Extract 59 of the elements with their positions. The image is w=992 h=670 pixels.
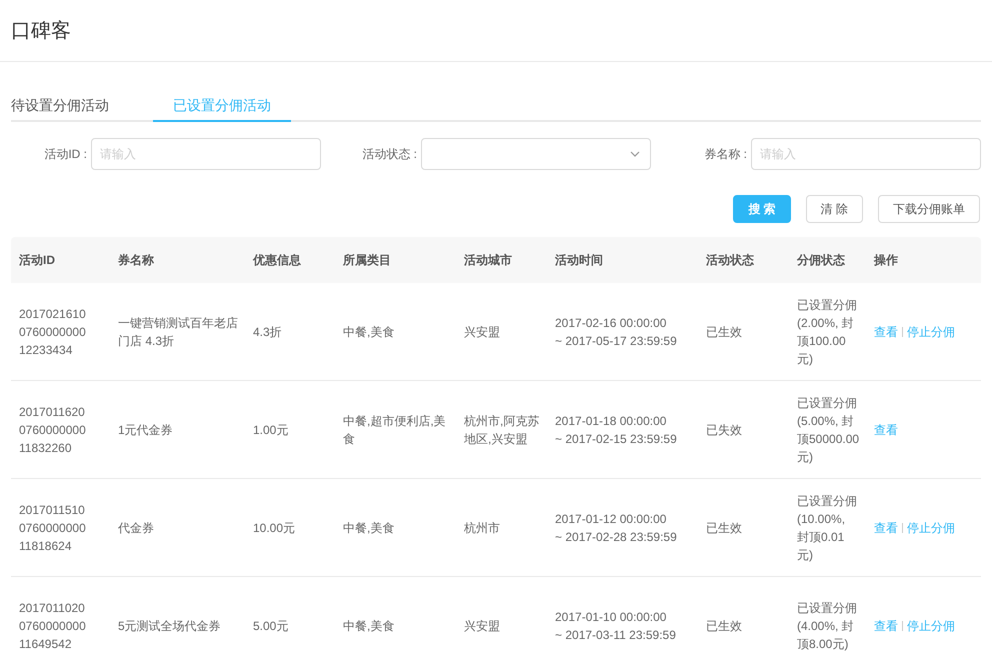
table-cell-text: 已生效 [706,618,743,634]
table-cell-text: 5元测试全场代金券 [118,618,222,634]
table-cell-text: 1元代金券 [118,422,174,438]
action-button[interactable]: 清 除 [806,195,863,223]
table-cell-text: 2017-02-16 00:00:00 ~ 2017-05-17 23:59:59 [555,314,678,350]
table-cell-text: 10.00元 [253,520,296,536]
table-cell-text: 已生效 [706,324,743,340]
action-button[interactable]: 下载分佣账单 [878,195,980,223]
column-header: 券名称 [116,252,155,269]
table-cell-text: 已设置分佣(4.00%, 封顶8.00元) [797,600,858,652]
table-link[interactable]: 停止分佣 [907,616,955,634]
column-header: 操作 [872,252,899,269]
tab[interactable]: 已设置分佣活动 [153,90,291,122]
table-cell-text: 中餐,美食 [343,520,396,536]
page-title: 口碑客 [11,18,71,44]
table-cell-text: 杭州市,阿克苏地区,兴安盟 [464,412,540,448]
column-header: 分佣状态 [796,252,846,269]
column-header: 活动时间 [554,252,604,269]
filter-label: 活动状态 : [361,146,418,163]
chevron-down-icon [630,151,640,157]
table-cell-text: 2017011020 0760000000 11649542 [19,600,87,652]
table-cell-text: 中餐,超市便利店,美食 [343,412,447,448]
table-link[interactable]: 停止分佣 [907,322,955,340]
table-link[interactable]: 查看 [874,420,898,438]
action-button[interactable]: 搜 索 [733,195,791,223]
column-header: 活动状态 [705,252,755,269]
table-cell-text: 已设置分佣(2.00%, 封顶100.00元) [797,296,858,368]
table-cell-text: 中餐,美食 [343,618,396,634]
column-header: 活动ID [18,252,56,269]
table-cell-text: 已生效 [706,520,743,536]
table-cell-text: 杭州市 [464,520,501,536]
table-cell-text: 已设置分佣(10.00%, 封顶0.01元) [797,492,858,564]
table-cell-text: 2017-01-10 00:00:00 ~ 2017-03-11 23:59:59 [555,608,677,644]
table-cell-text: 已失效 [706,422,743,438]
table-link[interactable]: 查看 [874,518,898,536]
status-select[interactable] [421,138,651,170]
filter-label: 券名称 : [703,146,748,163]
table-cell-text: 2017-01-18 00:00:00 ~ 2017-02-15 23:59:59 [555,412,678,448]
table-cell-text: 兴安盟 [464,618,501,634]
table-cell-text: 一键营销测试百年老店门店 4.3折 [118,314,239,350]
table-cell-text: 2017021610 0760000000 12233434 [19,306,87,358]
column-header: 优惠信息 [252,252,302,269]
table-link[interactable]: 停止分佣 [907,518,955,536]
table-link[interactable]: 查看 [874,616,898,634]
table-link[interactable]: 查看 [874,322,898,340]
table-cell-text: 5.00元 [253,618,290,634]
column-header: 活动城市 [463,252,513,269]
tab[interactable]: 待设置分佣活动 [11,90,153,122]
filter-label: 活动ID : [43,146,88,163]
table-cell-text: 代金券 [118,520,155,536]
table-cell-text: 2017011510 0760000000 11818624 [19,502,87,554]
column-header: 所属类目 [342,252,392,269]
table-cell-text: 1.00元 [253,422,290,438]
table-cell-text: 兴安盟 [464,324,501,340]
table-cell-text: 2017-01-12 00:00:00 ~ 2017-02-28 23:59:59 [555,510,678,546]
table-cell-text: 已设置分佣(5.00%, 封顶50000.00元) [797,394,860,466]
table-cell-text: 中餐,美食 [343,324,396,340]
table-cell-text: 2017011620 0760000000 11832260 [19,404,87,456]
table-cell-text: 4.3折 [253,324,283,340]
